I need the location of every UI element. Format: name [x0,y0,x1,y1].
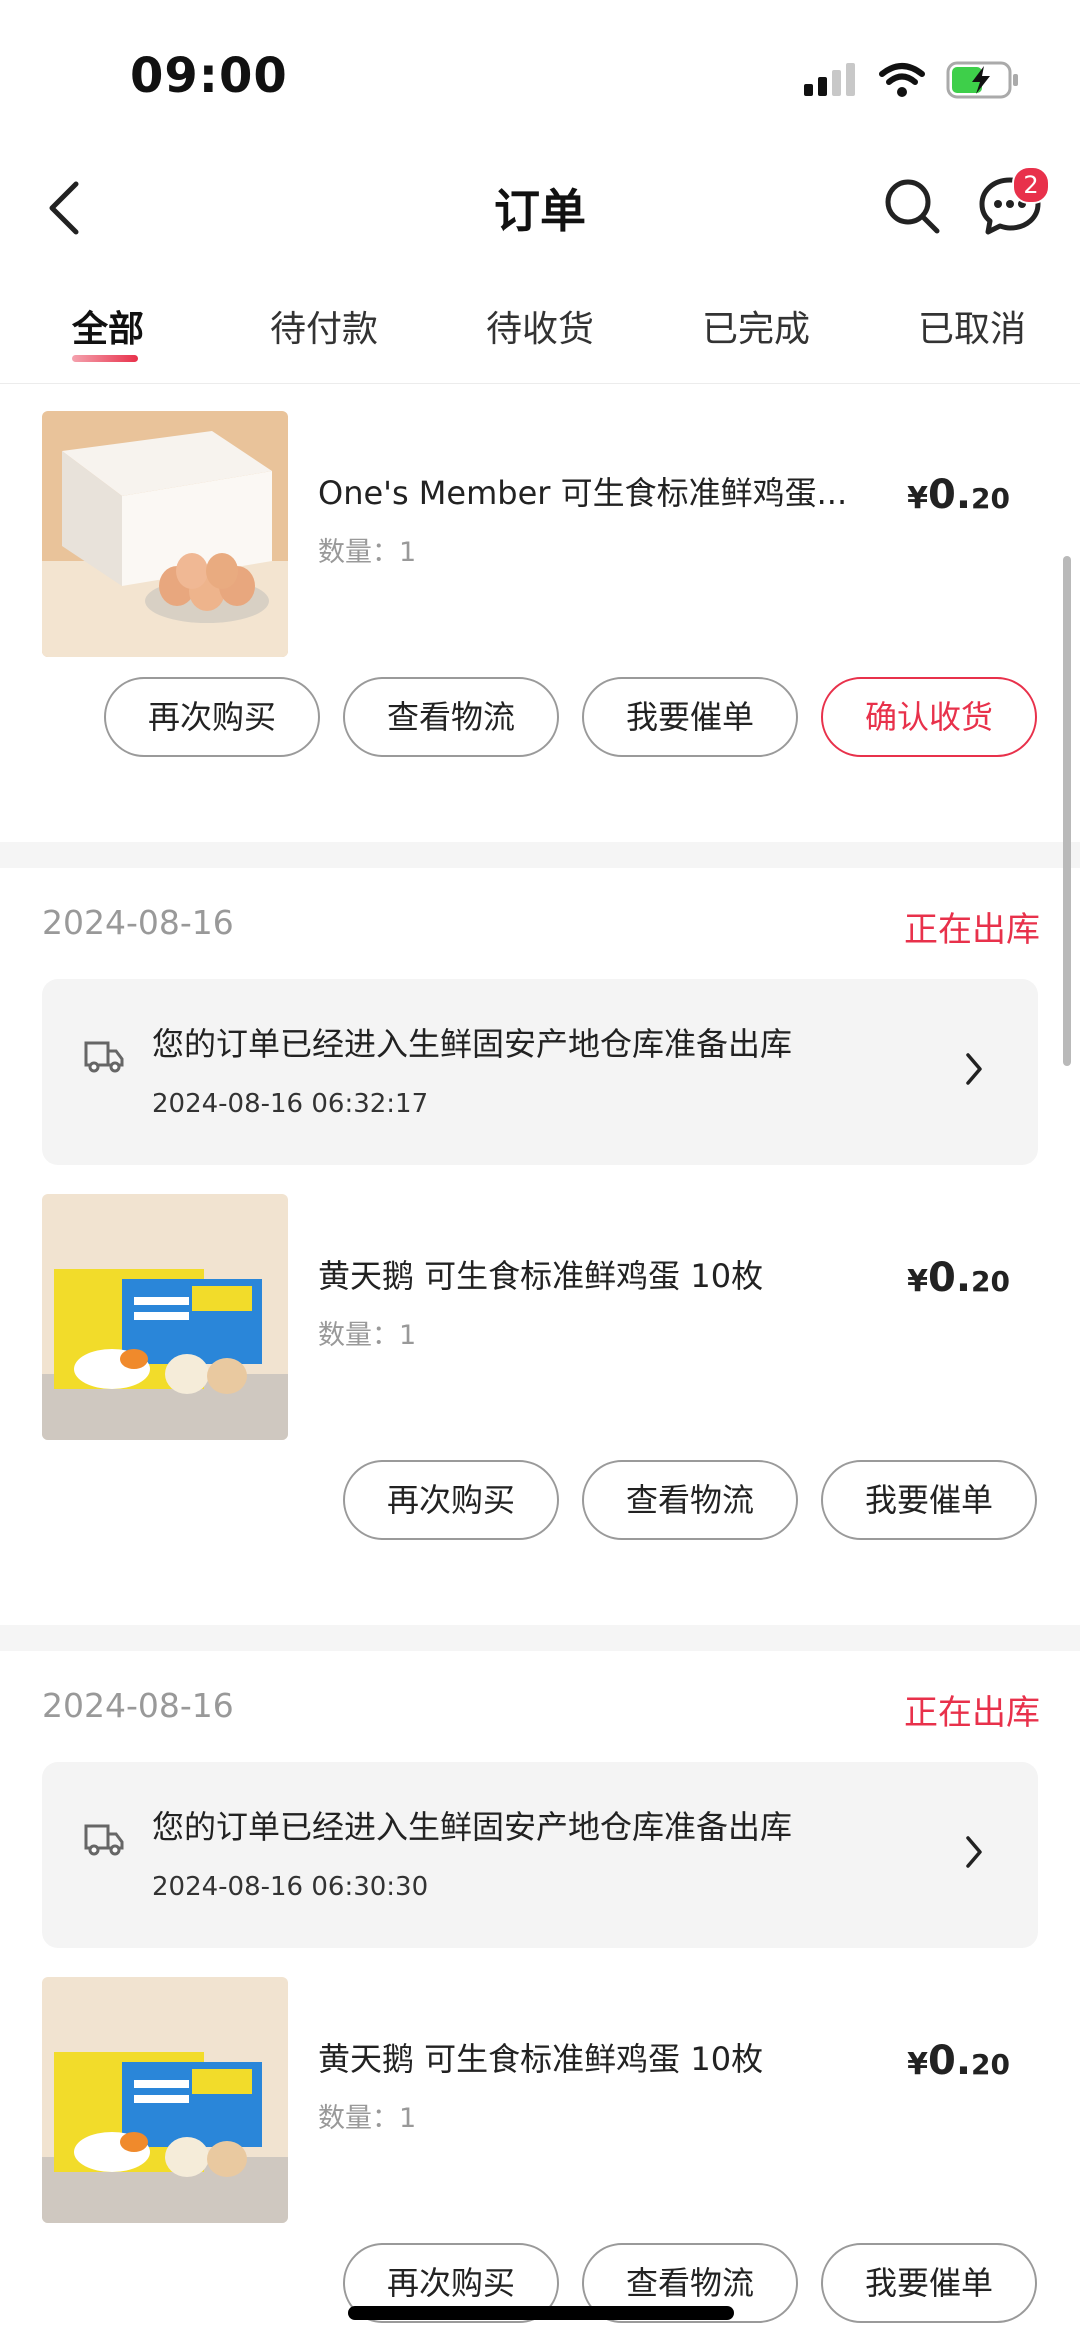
battery-icon [946,61,1018,99]
tab-completed[interactable]: 已完成 [702,300,810,352]
product-name[interactable]: 黄天鹅 可生食标准鲜鸡蛋 10枚 [318,1251,763,1297]
section-gap [0,842,1080,868]
order-date: 2024-08-16 [42,903,234,942]
urge-order-button[interactable]: 我要催单 [821,1460,1037,1540]
order-tabs: 全部 待付款 待收货 已完成 已取消 [0,300,1080,360]
product-price: ¥0.20 [907,472,1010,518]
product-quantity: 数量：1 [318,1320,417,1351]
scrollbar[interactable] [1063,556,1071,1066]
chevron-right-icon [966,1836,982,1868]
tab-pending-payment[interactable]: 待付款 [270,300,378,352]
order-status: 正在出库 [904,910,1040,950]
buy-again-button[interactable]: 再次购买 [343,1460,559,1540]
tab-pending-receipt[interactable]: 待收货 [486,300,594,352]
tab-all[interactable]: 全部 [72,300,144,352]
product-price: ¥0.20 [907,1255,1010,1301]
product-image[interactable] [42,1977,288,2223]
notice-text: 您的订单已经进入生鲜固安产地仓库准备出库 [152,1025,793,1063]
signal-icon [804,63,855,96]
product-name[interactable]: 黄天鹅 可生食标准鲜鸡蛋 10枚 [318,2034,763,2080]
chevron-right-icon [966,1053,982,1085]
urge-order-button[interactable]: 我要催单 [582,677,798,757]
home-indicator[interactable] [348,2306,734,2320]
view-logistics-button[interactable]: 查看物流 [582,1460,798,1540]
order-status: 正在出库 [904,1693,1040,1733]
confirm-receipt-button[interactable]: 确认收货 [821,677,1037,757]
truck-icon [84,1824,124,1856]
logistics-notice[interactable]: 您的订单已经进入生鲜固安产地仓库准备出库 2024-08-16 06:30:30 [42,1762,1038,1948]
buy-again-button[interactable]: 再次购买 [104,677,320,757]
logistics-notice[interactable]: 您的订单已经进入生鲜固安产地仓库准备出库 2024-08-16 06:32:17 [42,979,1038,1165]
tab-active-indicator [72,355,138,362]
product-price: ¥0.20 [907,2038,1010,2084]
notice-time: 2024-08-16 06:32:17 [152,1089,429,1119]
view-logistics-button[interactable]: 查看物流 [343,677,559,757]
status-icons [802,58,1020,102]
product-quantity: 数量：1 [318,537,417,568]
product-name[interactable]: One's Member 可生食标准鲜鸡蛋... [318,468,847,514]
message-badge: 2 [1012,166,1050,204]
status-time: 09:00 [130,48,288,104]
product-quantity: 数量：1 [318,2103,417,2134]
tab-cancelled[interactable]: 已取消 [918,300,1026,352]
section-gap [0,1625,1080,1651]
product-image[interactable] [42,1194,288,1440]
notice-time: 2024-08-16 06:30:30 [152,1872,429,1902]
divider [0,383,1080,384]
product-image[interactable] [42,411,288,657]
truck-icon [84,1041,124,1073]
order-date: 2024-08-16 [42,1686,234,1725]
notice-text: 您的订单已经进入生鲜固安产地仓库准备出库 [152,1808,793,1846]
urge-order-button[interactable]: 我要催单 [821,2243,1037,2323]
search-icon[interactable] [882,176,942,236]
wifi-icon [879,63,925,97]
